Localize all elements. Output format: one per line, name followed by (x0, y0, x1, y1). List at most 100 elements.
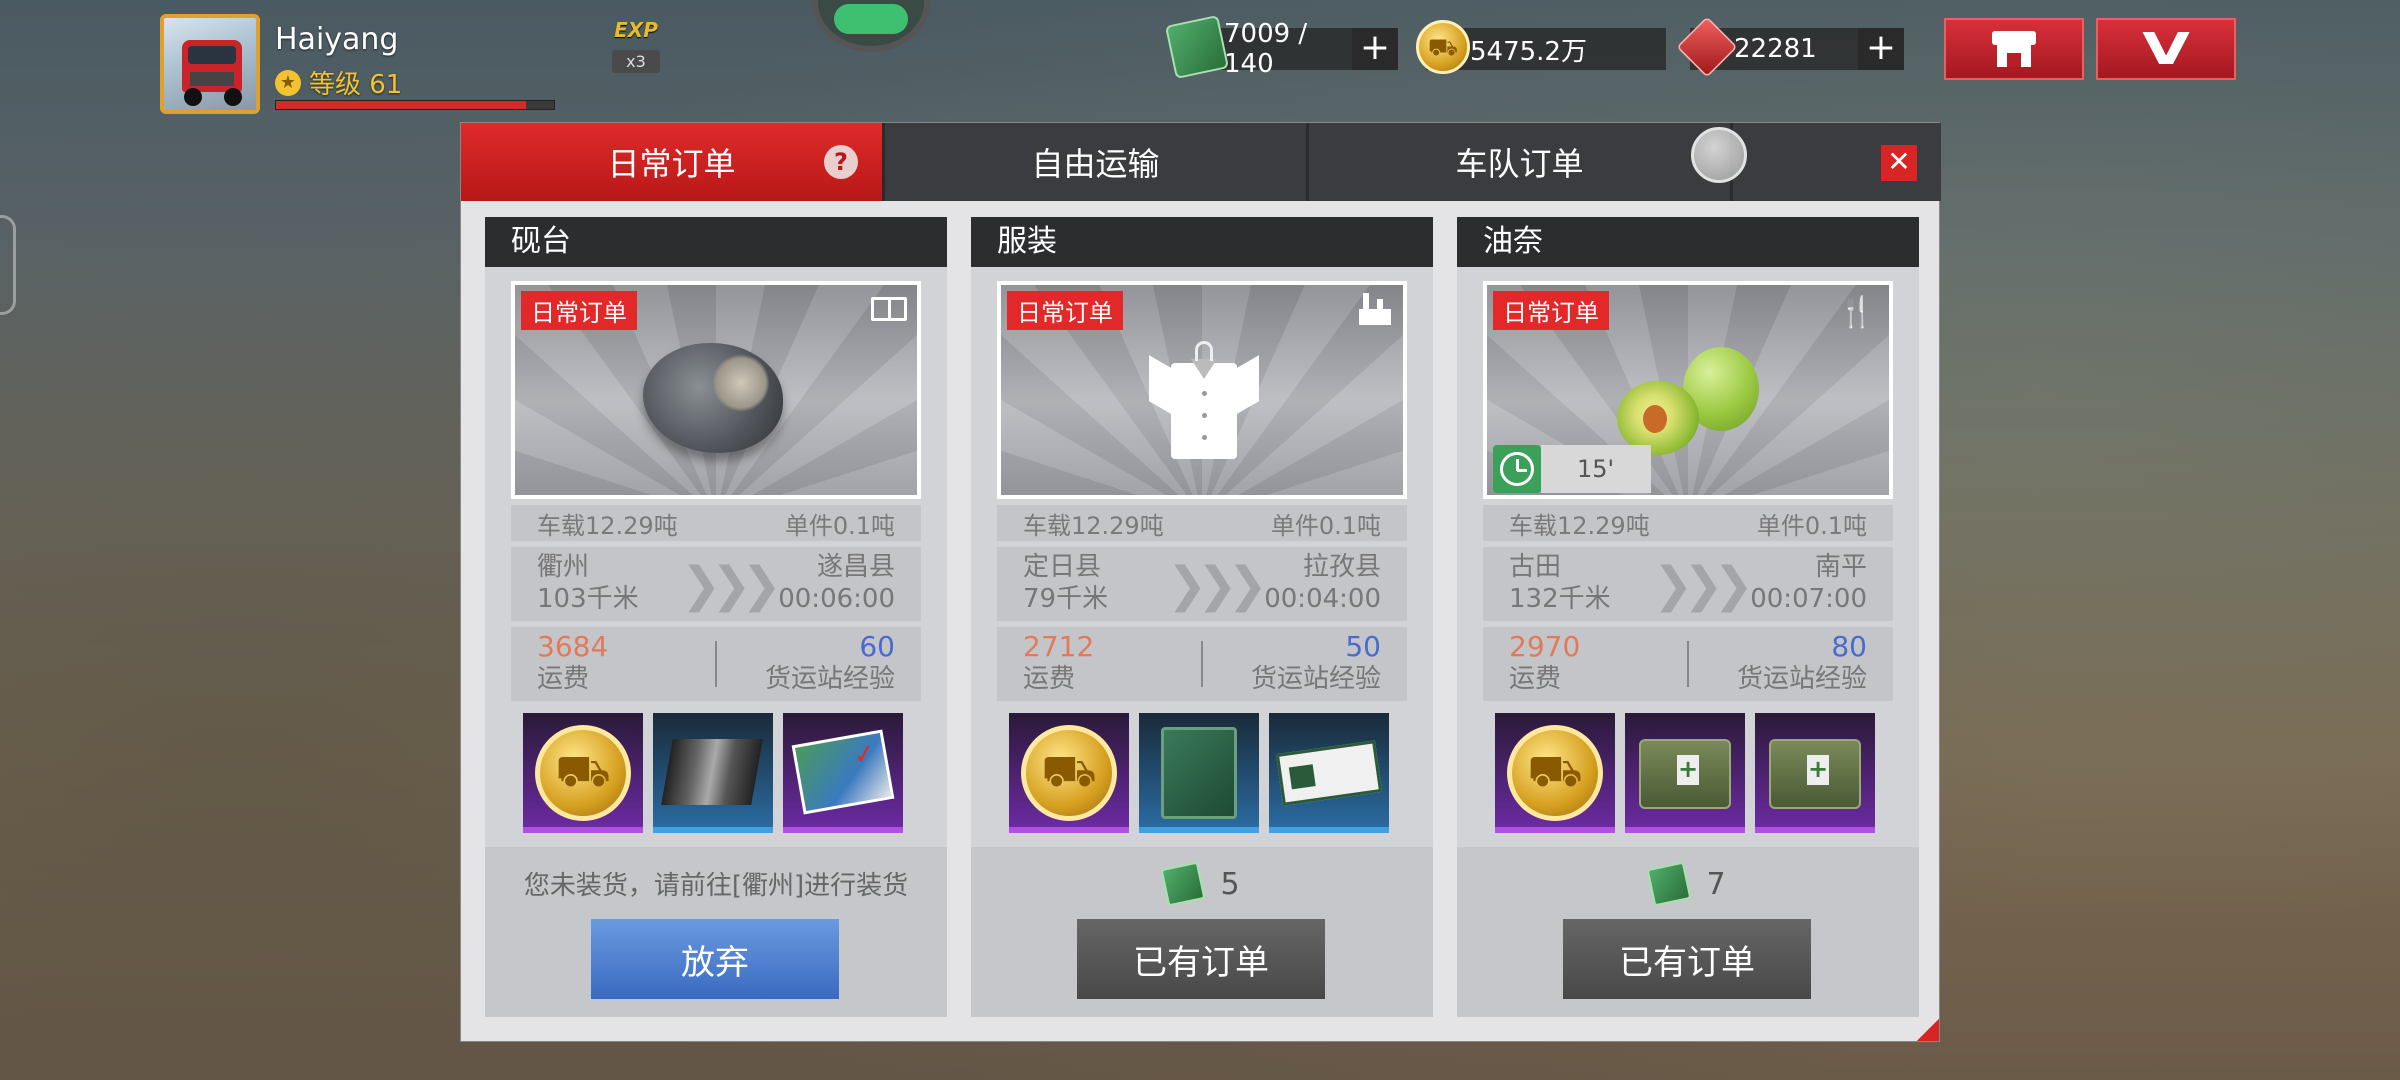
order-card: 油奈 日常订单 🍴 15' 车载12.29吨 单件0.1吨 古田 132千米 ❯… (1457, 217, 1919, 1017)
reward-item[interactable] (1625, 713, 1745, 833)
reward-item[interactable] (1139, 713, 1259, 833)
route-row: 古田 132千米 ❯❯❯ 南平 00:07:00 (1483, 547, 1893, 621)
route-arrows-icon: ❯❯❯ (1167, 557, 1268, 613)
coin-reward-icon: ⛟ (1021, 725, 1117, 821)
order-card: 服装 日常订单 车载12.29吨 单件0.1吨 定日县 79千米 ❯❯❯ 拉孜县… (971, 217, 1433, 1017)
card-footer: 7 已有订单 (1457, 847, 1919, 1017)
tab-fleet-orders[interactable]: 车队订单 (1309, 123, 1733, 201)
ticket-icon (1646, 861, 1692, 907)
destination-city: 拉孜县 (1302, 552, 1381, 582)
load-row: 车载12.29吨 单件0.1吨 (1483, 505, 1893, 541)
coin-reward-icon: ⛟ (1507, 725, 1603, 821)
origin-city: 定日县 (1023, 552, 1102, 582)
distance: 79千米 (1023, 584, 1109, 614)
route-row: 衢州 103千米 ❯❯❯ 遂昌县 00:06:00 (511, 547, 921, 621)
star-icon: ★ (275, 69, 301, 96)
reward-item[interactable] (653, 713, 773, 833)
player-info[interactable]: Haiyang ★ 等级 61 (160, 14, 580, 114)
order-card: 砚台 日常订单 车载12.29吨 单件0.1吨 衢州 103千米 ❯❯❯ 遂昌县… (485, 217, 947, 1017)
cargo-title: 油奈 (1457, 217, 1919, 267)
distance: 132千米 (1509, 584, 1611, 614)
existing-order-button[interactable]: 已有订单 (1563, 919, 1811, 999)
exp-icon: EXP (614, 18, 658, 42)
travel-time: 00:06:00 (778, 584, 895, 614)
ticket-cost: 5 (971, 861, 1433, 907)
reward-item[interactable]: ⛟ (1009, 713, 1129, 833)
tab-free-transport[interactable]: 自由运输 (885, 123, 1309, 201)
card-footer: 5 已有订单 (971, 847, 1433, 1017)
order-timer: 15' (1493, 445, 1651, 493)
reward-item[interactable] (1269, 713, 1389, 833)
reward-item[interactable] (783, 713, 903, 833)
tab-daily-orders[interactable]: 日常订单 ? (461, 123, 885, 201)
side-drawer-handle[interactable] (0, 215, 16, 315)
shop-button[interactable] (1944, 18, 2084, 80)
station-exp: 80 (1831, 630, 1867, 663)
ticket-counter: 7009 / 140 + (1164, 14, 1398, 80)
freight-pay: 2712 (1023, 630, 1095, 663)
ticket-icon (1160, 861, 1206, 907)
factory-icon (1359, 293, 1391, 325)
reward-item[interactable]: ⛟ (1495, 713, 1615, 833)
reward-item[interactable]: ⛟ (523, 713, 643, 833)
travel-time: 00:04:00 (1264, 584, 1381, 614)
shirt-icon (1149, 341, 1259, 461)
load-row: 车载12.29吨 单件0.1吨 (511, 505, 921, 541)
ticket-reward-icon (1275, 740, 1383, 806)
exp-multiplier: x3 (612, 50, 660, 73)
distance: 103千米 (537, 584, 639, 614)
route-arrows-icon: ❯❯❯ (681, 557, 782, 613)
load-row: 车载12.29吨 单件0.1吨 (997, 505, 1407, 541)
cargo-image[interactable]: 日常订单 (511, 281, 921, 499)
book-icon (871, 297, 907, 321)
payment-row: 2712 运费 50 货运站经验 (997, 627, 1407, 701)
existing-order-button[interactable]: 已有订单 (1077, 919, 1325, 999)
gem-counter: 22281 + (1676, 16, 1904, 78)
coin-counter: ⛟ 5475.2万 (1416, 20, 1666, 74)
origin-city: 古田 (1509, 552, 1562, 582)
travel-time: 00:07:00 (1750, 584, 1867, 614)
cargo-title: 服装 (971, 217, 1433, 267)
chevron-down-icon: V (2142, 23, 2190, 75)
origin-city: 衢州 (537, 552, 590, 582)
add-tickets-button[interactable]: + (1352, 28, 1398, 70)
close-button[interactable]: ✕ (1881, 145, 1917, 181)
order-type-tag: 日常订单 (521, 291, 637, 330)
vip-button[interactable]: V (2096, 18, 2236, 80)
destination-city: 遂昌县 (816, 552, 895, 582)
station-exp: 50 (1345, 630, 1381, 663)
reward-list: ⛟ (1495, 713, 1875, 833)
book-reward-icon (1161, 727, 1237, 819)
route-arrows-icon: ❯❯❯ (1653, 557, 1754, 613)
reward-item[interactable] (1755, 713, 1875, 833)
floating-assistant-button[interactable] (1691, 127, 1747, 183)
cargo-image[interactable]: 日常订单 🍴 15' (1483, 281, 1893, 499)
ticket-cost: 7 (1457, 861, 1919, 907)
payment-row: 3684 运费 60 货运站经验 (511, 627, 921, 701)
cargo-image[interactable]: 日常订单 (997, 281, 1407, 499)
player-avatar[interactable] (160, 14, 260, 114)
order-type-tag: 日常订单 (1007, 291, 1123, 330)
exp-multiplier-badge[interactable]: EXP x3 (612, 18, 660, 88)
add-gems-button[interactable]: + (1858, 28, 1904, 70)
order-type-tag: 日常订单 (1493, 291, 1609, 330)
station-exp: 60 (859, 630, 895, 663)
shop-icon (1992, 31, 2036, 67)
abandon-button[interactable]: 放弃 (591, 919, 839, 999)
freight-pay: 2970 (1509, 630, 1581, 663)
player-level: ★ 等级 61 (275, 64, 402, 101)
kit-reward-icon (1639, 739, 1731, 809)
reward-list: ⛟ (1009, 713, 1389, 833)
payment-row: 2970 运费 80 货运站经验 (1483, 627, 1893, 701)
help-icon[interactable]: ? (824, 145, 858, 179)
order-panel: 日常订单 ? 自由运输 车队订单 ✕ 砚台 日常订单 车载12.29吨 单件0.… (460, 122, 1941, 1042)
fork-knife-icon: 🍴 (1837, 295, 1875, 330)
map-reward-icon (791, 729, 895, 815)
fabric-reward-icon (661, 739, 763, 805)
plum-icon (1617, 381, 1699, 455)
destination-city: 南平 (1814, 552, 1867, 582)
clock-icon (1493, 445, 1541, 493)
card-footer: 您未装货，请前往[衢州]进行装货 放弃 (485, 847, 947, 1017)
loading-hint: 您未装货，请前往[衢州]进行装货 (523, 871, 909, 901)
freight-pay: 3684 (537, 630, 609, 663)
